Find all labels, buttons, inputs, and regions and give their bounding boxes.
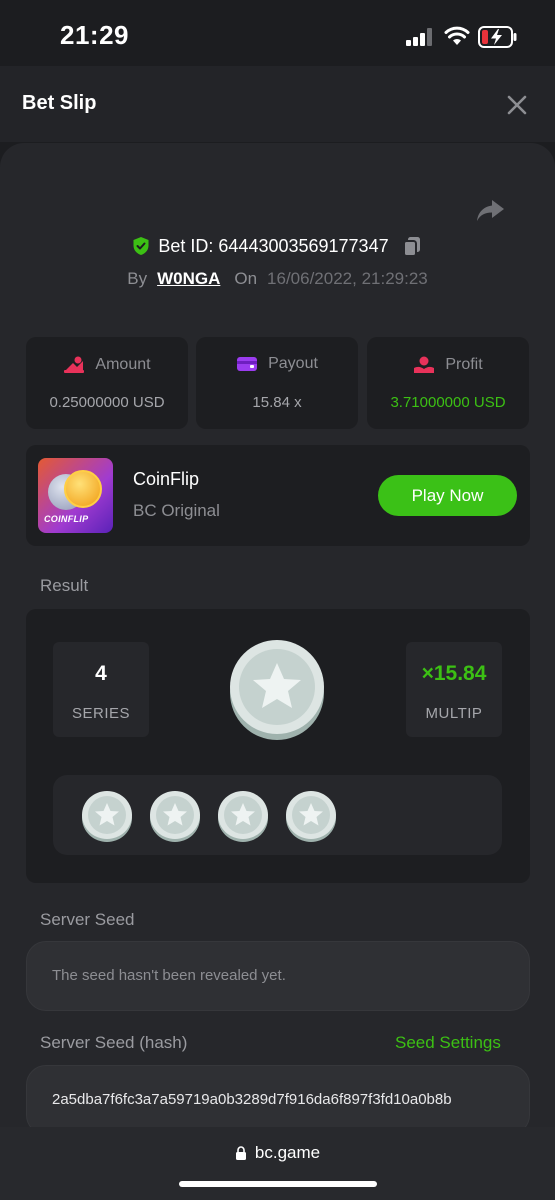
game-card: COINFLIP CoinFlip BC Original Play Now xyxy=(26,445,530,546)
series-label: SERIES xyxy=(71,705,131,722)
url-text: bc.game xyxy=(254,1143,321,1162)
server-seed-label: Server Seed xyxy=(40,910,135,929)
address-bar[interactable]: bc.game xyxy=(0,1143,555,1163)
wallet-icon xyxy=(237,357,258,371)
coinflip-thumbnail[interactable]: COINFLIP xyxy=(38,458,113,533)
profit-label: Profit xyxy=(445,356,483,373)
amount-icon xyxy=(64,356,85,373)
amount-value: 0.25000000 USD xyxy=(49,394,165,411)
by-label: By xyxy=(127,269,148,288)
bet-id-row: Bet ID: 64443003569177347 xyxy=(0,233,555,259)
profit-value: 3.71000000 USD xyxy=(390,394,506,411)
series-value: 4 xyxy=(95,662,107,685)
bet-slip-header: Bet Slip xyxy=(0,66,555,142)
multiplier-value: ×15.84 xyxy=(421,662,487,685)
shield-check-icon xyxy=(133,237,149,255)
game-name: CoinFlip xyxy=(133,469,200,489)
on-label: On xyxy=(234,269,258,288)
amount-card: Amount 0.25000000 USD xyxy=(26,337,188,429)
share-icon[interactable] xyxy=(474,194,506,226)
bet-owner-row: By W0NGA On 16/06/2022, 21:29:23 xyxy=(0,266,555,292)
username-link[interactable]: W0NGA xyxy=(157,269,220,289)
coin-series-tray xyxy=(53,775,502,855)
copy-icon[interactable] xyxy=(401,235,423,257)
payout-label: Payout xyxy=(268,355,318,372)
status-time: 21:29 xyxy=(60,20,129,50)
series-coin-icon xyxy=(150,791,200,842)
series-coin-icon xyxy=(218,791,268,842)
server-seed-hash-box[interactable]: 2a5dba7f6fc3a7a59719a0b3289d7f916da6f897… xyxy=(26,1065,530,1135)
cellular-signal-icon xyxy=(406,28,434,46)
multiplier-box: ×15.84 MULTIP xyxy=(406,642,502,737)
status-bar: 21:29 xyxy=(0,0,555,66)
server-seed-box: The seed hasn't been revealed yet. xyxy=(26,941,530,1011)
silver-coin-icon xyxy=(230,640,324,740)
amount-label: Amount xyxy=(95,356,151,373)
wifi-icon xyxy=(444,26,470,45)
close-icon[interactable] xyxy=(502,90,532,120)
seed-settings-link[interactable]: Seed Settings xyxy=(395,1033,501,1053)
browser-bottom-bar xyxy=(0,1127,555,1200)
bet-date: 16/06/2022, 21:29:23 xyxy=(267,269,428,288)
result-panel: 4 SERIES ×15.84 MULTIP xyxy=(26,609,530,883)
server-seed-text: The seed hasn't been revealed yet. xyxy=(52,967,286,984)
series-coin-icon xyxy=(286,791,336,842)
payout-value: 15.84 x xyxy=(252,394,302,411)
bet-id: Bet ID: 64443003569177347 xyxy=(158,235,389,256)
result-label: Result xyxy=(40,576,89,595)
multiplier-label: MULTIP xyxy=(425,705,483,722)
battery-icon xyxy=(478,26,517,48)
profit-icon xyxy=(414,356,435,373)
game-provider: BC Original xyxy=(133,501,220,520)
server-seed-hash-label: Server Seed (hash) xyxy=(40,1033,188,1052)
series-coin-icon xyxy=(82,791,132,842)
server-seed-hash-value: 2a5dba7f6fc3a7a59719a0b3289d7f916da6f897… xyxy=(52,1091,452,1108)
profit-card: Profit 3.71000000 USD xyxy=(367,337,529,429)
lock-icon xyxy=(235,1146,246,1160)
series-box: 4 SERIES xyxy=(53,642,149,737)
page-title: Bet Slip xyxy=(22,92,97,114)
home-indicator[interactable] xyxy=(179,1181,377,1187)
play-now-button[interactable]: Play Now xyxy=(378,475,517,516)
payout-card: Payout 15.84 x xyxy=(196,337,358,429)
